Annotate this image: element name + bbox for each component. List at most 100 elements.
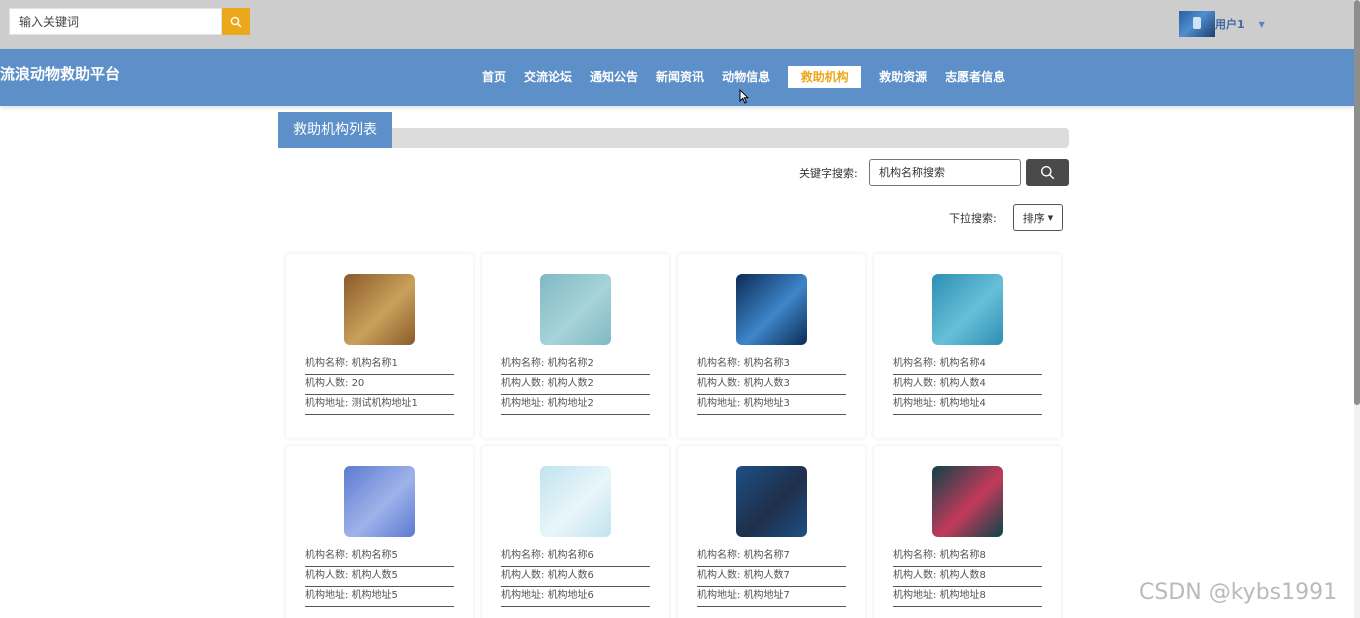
keyword-search-label: 关键字搜索: xyxy=(799,167,858,180)
org-count-row: 机构人数: 机构人数6 xyxy=(501,567,650,587)
org-name-label: 机构名称: xyxy=(501,550,545,561)
nav-item-resources[interactable]: 救助资源 xyxy=(870,66,936,88)
nav-item-rescue-orgs[interactable]: 救助机构 xyxy=(788,66,862,88)
search-icon xyxy=(1041,166,1055,180)
org-name-label: 机构名称: xyxy=(893,550,937,561)
org-name-label: 机构名称: xyxy=(697,358,741,369)
org-address-label: 机构地址: xyxy=(305,398,349,409)
org-name: 机构名称1 xyxy=(351,358,398,369)
org-name-row: 机构名称: 机构名称6 xyxy=(501,547,650,567)
org-name: 机构名称8 xyxy=(939,550,986,561)
caret-down-icon: ▼ xyxy=(1047,213,1054,222)
org-image[interactable] xyxy=(344,466,415,537)
org-image[interactable] xyxy=(344,274,415,345)
main-nav: 首页 交流论坛 通知公告 新闻资讯 动物信息 救助机构 救助资源 志愿者信息 xyxy=(473,66,1014,88)
org-card-6[interactable]: 机构名称: 机构名称6 机构人数: 机构人数6 机构地址: 机构地址6 xyxy=(482,446,669,618)
org-count-label: 机构人数: xyxy=(305,570,349,581)
avatar[interactable] xyxy=(1179,11,1215,37)
header-search-button[interactable] xyxy=(222,8,250,35)
org-address-label: 机构地址: xyxy=(305,590,349,601)
org-card-3[interactable]: 机构名称: 机构名称3 机构人数: 机构人数3 机构地址: 机构地址3 xyxy=(678,254,865,438)
org-count-label: 机构人数: xyxy=(305,378,349,389)
org-count: 机构人数3 xyxy=(743,378,790,389)
org-address-label: 机构地址: xyxy=(501,398,545,409)
nav-bar: 流浪动物救助平台 首页 交流论坛 通知公告 新闻资讯 动物信息 救助机构 救助资… xyxy=(0,49,1354,106)
org-name-row: 机构名称: 机构名称5 xyxy=(305,547,454,567)
org-address-row: 机构地址: 机构地址2 xyxy=(501,395,650,415)
org-card-8[interactable]: 机构名称: 机构名称8 机构人数: 机构人数8 机构地址: 机构地址8 xyxy=(874,446,1061,618)
org-name-search-input[interactable] xyxy=(869,159,1021,186)
org-name-row: 机构名称: 机构名称8 xyxy=(893,547,1042,567)
org-name-row: 机构名称: 机构名称4 xyxy=(893,355,1042,375)
org-name: 机构名称3 xyxy=(743,358,790,369)
org-card-2[interactable]: 机构名称: 机构名称2 机构人数: 机构人数2 机构地址: 机构地址2 xyxy=(482,254,669,438)
org-count-row: 机构人数: 20 xyxy=(305,375,454,395)
org-name-label: 机构名称: xyxy=(893,358,937,369)
org-image[interactable] xyxy=(736,466,807,537)
org-count: 机构人数6 xyxy=(547,570,594,581)
nav-item-home[interactable]: 首页 xyxy=(473,66,515,88)
org-name-label: 机构名称: xyxy=(305,358,349,369)
org-address-row: 机构地址: 机构地址4 xyxy=(893,395,1042,415)
top-bar: 用户1 ▼ xyxy=(0,0,1354,49)
section-header: 救助机构列表 xyxy=(278,112,1069,148)
org-card-7[interactable]: 机构名称: 机构名称7 机构人数: 机构人数7 机构地址: 机构地址7 xyxy=(678,446,865,618)
org-image[interactable] xyxy=(736,274,807,345)
org-address: 机构地址7 xyxy=(743,590,790,601)
nav-item-forum[interactable]: 交流论坛 xyxy=(515,66,581,88)
org-count: 机构人数7 xyxy=(743,570,790,581)
org-name-label: 机构名称: xyxy=(501,358,545,369)
org-card-1[interactable]: 机构名称: 机构名称1 机构人数: 20 机构地址: 测试机构地址1 xyxy=(286,254,473,438)
org-address-row: 机构地址: 机构地址8 xyxy=(893,587,1042,607)
org-count: 20 xyxy=(351,378,365,389)
org-count: 机构人数5 xyxy=(351,570,398,581)
org-count-label: 机构人数: xyxy=(697,570,741,581)
org-name: 机构名称6 xyxy=(547,550,594,561)
page-scrollbar[interactable] xyxy=(1354,0,1360,618)
org-image[interactable] xyxy=(932,274,1003,345)
nav-item-news[interactable]: 新闻资讯 xyxy=(647,66,713,88)
org-count-label: 机构人数: xyxy=(501,378,545,389)
org-address-label: 机构地址: xyxy=(697,590,741,601)
org-address-label: 机构地址: xyxy=(501,590,545,601)
org-address: 机构地址5 xyxy=(351,590,398,601)
nav-item-notices[interactable]: 通知公告 xyxy=(581,66,647,88)
org-name-label: 机构名称: xyxy=(697,550,741,561)
org-name-label: 机构名称: xyxy=(305,550,349,561)
org-address-label: 机构地址: xyxy=(893,398,937,409)
username[interactable]: 用户1 xyxy=(1215,16,1245,32)
chevron-down-icon[interactable]: ▼ xyxy=(1259,20,1265,29)
org-search-button[interactable] xyxy=(1026,159,1069,186)
sort-label: 排序 xyxy=(1022,211,1045,225)
org-name: 机构名称5 xyxy=(351,550,398,561)
user-menu[interactable]: 用户1 ▼ xyxy=(1179,11,1265,37)
org-card-5[interactable]: 机构名称: 机构名称5 机构人数: 机构人数5 机构地址: 机构地址5 xyxy=(286,446,473,618)
org-name-row: 机构名称: 机构名称2 xyxy=(501,355,650,375)
org-image[interactable] xyxy=(540,274,611,345)
org-count-label: 机构人数: xyxy=(501,570,545,581)
org-image[interactable] xyxy=(540,466,611,537)
org-count: 机构人数2 xyxy=(547,378,594,389)
org-address-label: 机构地址: xyxy=(893,590,937,601)
org-count-row: 机构人数: 机构人数3 xyxy=(697,375,846,395)
section-title: 救助机构列表 xyxy=(278,112,392,148)
org-address-row: 机构地址: 机构地址5 xyxy=(305,587,454,607)
org-address-label: 机构地址: xyxy=(697,398,741,409)
org-count-label: 机构人数: xyxy=(893,378,937,389)
header-search-input[interactable] xyxy=(9,8,222,35)
org-name: 机构名称4 xyxy=(939,358,986,369)
org-count-row: 机构人数: 机构人数8 xyxy=(893,567,1042,587)
org-image[interactable] xyxy=(932,466,1003,537)
org-count-row: 机构人数: 机构人数2 xyxy=(501,375,650,395)
site-title: 流浪动物救助平台 xyxy=(0,65,121,83)
org-name: 机构名称2 xyxy=(547,358,594,369)
section-bar xyxy=(278,128,1069,148)
org-address-row: 机构地址: 机构地址7 xyxy=(697,587,846,607)
sort-dropdown-button[interactable]: 排序 ▼ xyxy=(1013,204,1063,231)
nav-item-animals[interactable]: 动物信息 xyxy=(713,66,779,88)
nav-item-volunteers[interactable]: 志愿者信息 xyxy=(936,66,1014,88)
org-name-row: 机构名称: 机构名称1 xyxy=(305,355,454,375)
scrollbar-thumb[interactable] xyxy=(1354,0,1360,405)
org-name-row: 机构名称: 机构名称7 xyxy=(697,547,846,567)
org-card-4[interactable]: 机构名称: 机构名称4 机构人数: 机构人数4 机构地址: 机构地址4 xyxy=(874,254,1061,438)
